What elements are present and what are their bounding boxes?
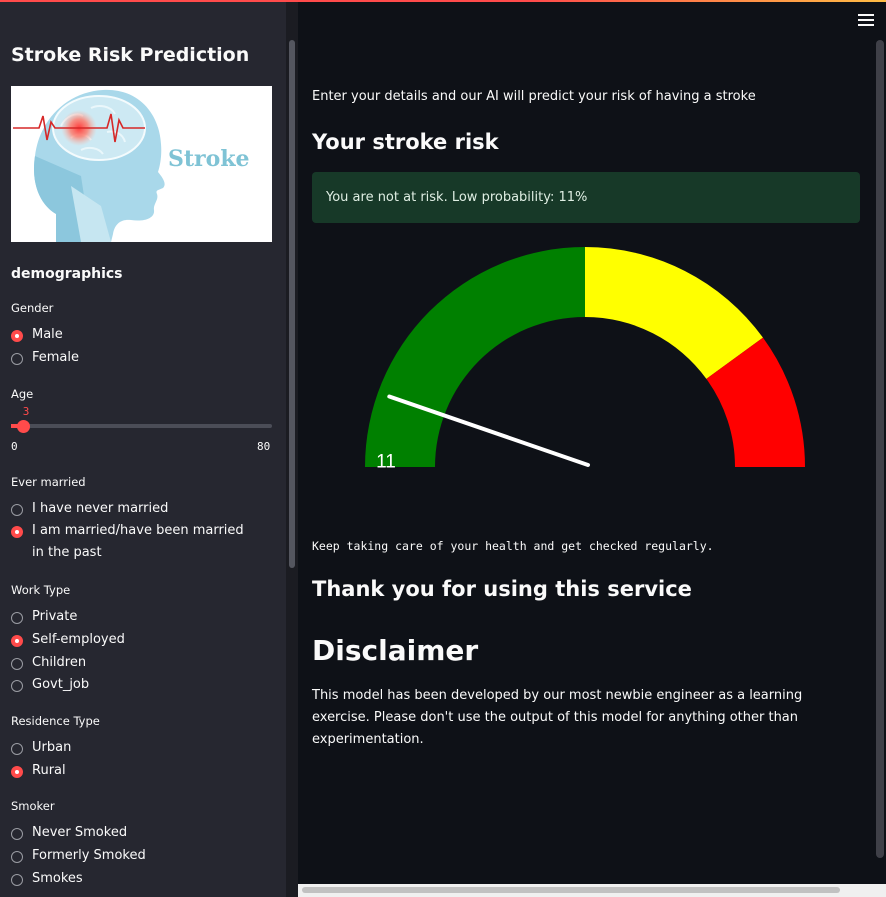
risk-result-text: You are not at risk. Low probability: 11…	[326, 190, 588, 205]
radio-unselected-icon[interactable]	[11, 658, 23, 670]
smoker-label: Smoker	[11, 799, 55, 813]
age-slider-max: 80	[257, 440, 271, 453]
radio-unselected-icon[interactable]	[11, 851, 23, 863]
age-label: Age	[11, 387, 34, 401]
radio-unselected-icon[interactable]	[11, 612, 23, 624]
radio-unselected-icon[interactable]	[11, 828, 23, 840]
main-horizontal-scrollbar-thumb[interactable]	[302, 887, 840, 893]
radio-selected-icon[interactable]	[11, 766, 23, 778]
disclaimer-text: This model has been developed by our mos…	[312, 688, 803, 747]
sidebar-title: Stroke Risk Prediction	[11, 44, 250, 66]
work-type-option-children[interactable]: Children	[11, 655, 252, 674]
radio-selected-icon[interactable]	[11, 526, 23, 538]
work-type-option-self-employed[interactable]: Self-employed	[11, 632, 252, 651]
smoker-option-smokes[interactable]: Smokes	[11, 871, 252, 890]
work-type-option-private[interactable]: Private	[11, 609, 252, 628]
residence-option-urban[interactable]: Urban	[11, 740, 252, 759]
gender-label: Gender	[11, 301, 54, 315]
thank-you-heading: Thank you for using this service	[312, 577, 692, 601]
smoker-option-formerly[interactable]: Formerly Smoked	[11, 848, 252, 867]
ever-married-option-never[interactable]: I have never married	[11, 501, 252, 520]
work-type-label: Work Type	[11, 583, 71, 597]
risk-result-alert: You are not at risk. Low probability: 11…	[312, 172, 860, 223]
risk-gauge: 11	[365, 247, 805, 473]
risk-heading: Your stroke risk	[312, 130, 499, 154]
radio-unselected-icon[interactable]	[11, 874, 23, 886]
age-slider-min: 0	[11, 440, 18, 453]
intro-text: Enter your details and our AI will predi…	[312, 89, 756, 104]
age-slider-thumb[interactable]	[16, 420, 30, 433]
residence-option-rural[interactable]: Rural	[11, 763, 252, 782]
gauge-value-label: 11	[376, 452, 396, 473]
ever-married-option-married[interactable]: I am married/have been married in the pa…	[11, 523, 252, 564]
advice-text: Keep taking care of your health and get …	[312, 539, 714, 553]
radio-unselected-icon[interactable]	[11, 680, 23, 692]
stroke-hero-image: Stroke	[11, 86, 272, 242]
smoker-option-never[interactable]: Never Smoked	[11, 825, 252, 844]
gender-option-male[interactable]: Male	[11, 327, 252, 346]
age-slider-value: 3	[22, 405, 30, 418]
residence-type-label: Residence Type	[11, 714, 100, 728]
radio-unselected-icon[interactable]	[11, 504, 23, 516]
radio-selected-icon[interactable]	[11, 635, 23, 647]
ever-married-label: Ever married	[11, 475, 86, 489]
demographics-heading: demographics	[11, 266, 123, 282]
radio-unselected-icon[interactable]	[11, 743, 23, 755]
radio-unselected-icon[interactable]	[11, 353, 23, 365]
radio-selected-icon[interactable]	[11, 330, 23, 342]
hamburger-menu-icon[interactable]	[858, 14, 874, 28]
disclaimer-heading: Disclaimer	[312, 634, 479, 667]
work-type-option-govt-job[interactable]: Govt_job	[11, 677, 252, 696]
age-slider-track[interactable]	[11, 424, 272, 428]
sidebar-scrollbar-thumb[interactable]	[289, 40, 295, 568]
gauge-band-0	[365, 247, 585, 467]
gender-option-female[interactable]: Female	[11, 350, 252, 369]
hero-stroke-text: Stroke	[168, 146, 250, 172]
main-vertical-scrollbar[interactable]	[876, 40, 884, 858]
